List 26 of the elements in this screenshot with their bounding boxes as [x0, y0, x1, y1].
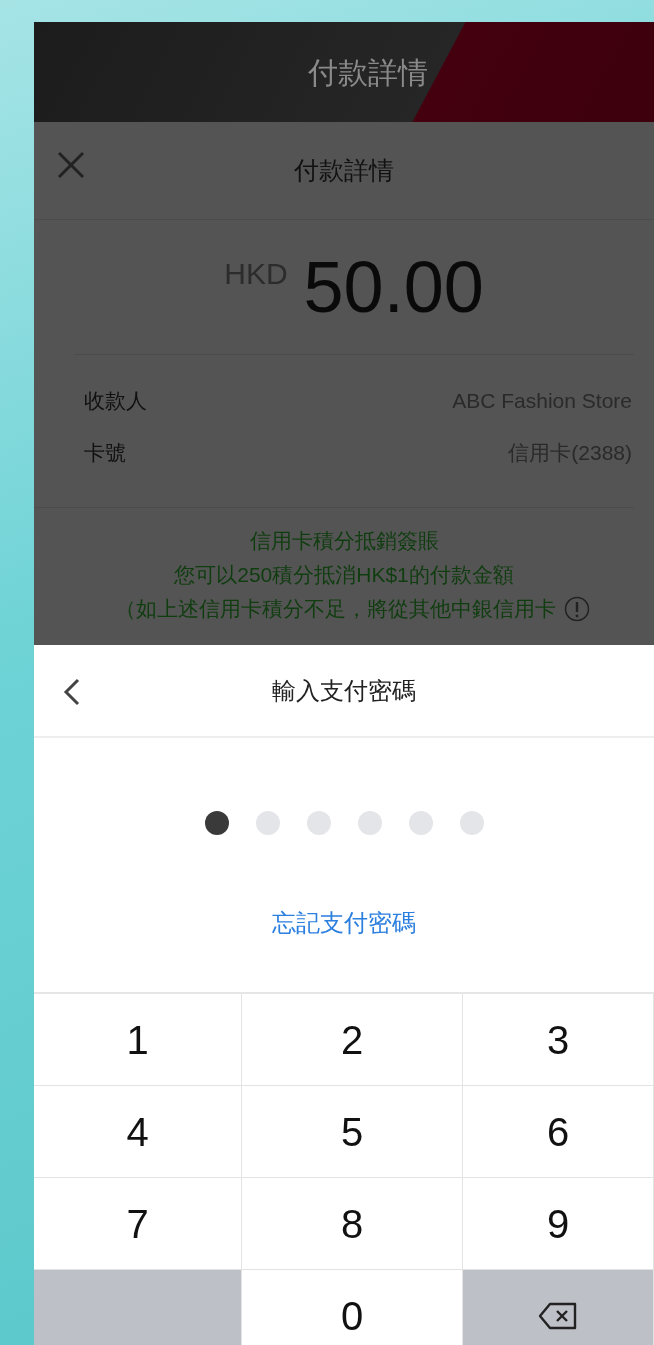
notice-text: 您可以250積分抵消HK$1的付款金額: [174, 562, 514, 588]
keypad-key[interactable]: 8: [242, 1178, 463, 1270]
info-icon[interactable]: [563, 596, 590, 622]
backspace-key[interactable]: [463, 1270, 654, 1345]
back-button[interactable]: [62, 677, 82, 707]
keypad-key[interactable]: 7: [34, 1178, 242, 1270]
keypad-key[interactable]: 4: [34, 1086, 242, 1178]
keypad-key[interactable]: 1: [34, 994, 242, 1086]
forgot-password-link[interactable]: 忘記支付密碼: [272, 905, 416, 941]
close-button[interactable]: [56, 150, 86, 180]
field-label: 卡號: [84, 440, 126, 467]
keypad-key[interactable]: 6: [463, 1086, 654, 1178]
keypad-key[interactable]: 2: [242, 994, 463, 1086]
back-icon: [62, 677, 82, 707]
field-label: 收款人: [84, 388, 147, 415]
keypad-key[interactable]: 5: [242, 1086, 463, 1178]
amount-text: 50.00: [303, 246, 484, 329]
notice-text: （如上述信用卡積分不足，將從其他中銀信用卡: [114, 596, 556, 622]
app-title: 付款詳情: [308, 54, 428, 91]
dialog-title: 付款詳情: [294, 154, 394, 186]
close-icon: [56, 150, 86, 180]
notice-text: 信用卡積分抵銷簽賬: [249, 528, 439, 554]
keypad-key[interactable]: 3: [463, 994, 654, 1086]
keypad-key[interactable]: 9: [463, 1178, 654, 1270]
sheet-title: 輸入支付密碼: [272, 675, 416, 706]
backspace-icon: [538, 1301, 578, 1330]
